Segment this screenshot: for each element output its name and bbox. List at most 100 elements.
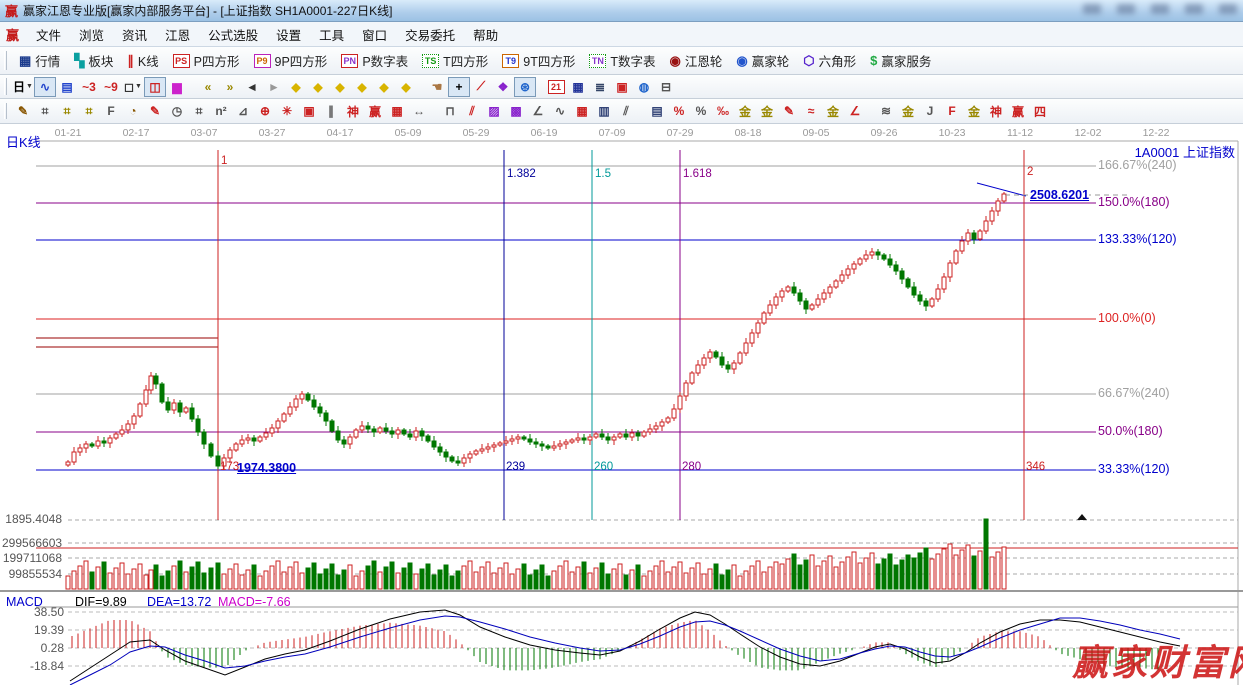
gann-wheel-button[interactable]: ◉江恩轮 [663,49,730,72]
candle-type-dropdown-icon[interactable]: ◻▼ [122,77,144,97]
goto-last-icon[interactable]: » [219,77,241,97]
tool-comb-icon[interactable]: ⌗ [34,101,56,121]
menu-item-资讯[interactable]: 资讯 [113,22,156,47]
tool-flag-pencil-icon[interactable]: ✎ [778,101,800,121]
kline-type-dropdown-icon[interactable]: 日▼ [12,77,34,97]
tool-fan-icon[interactable]: ⫽ [461,101,483,121]
tool-grid123-icon[interactable]: ▦ [386,101,408,121]
window-button-blur[interactable] [1219,4,1237,14]
tool-comb2-icon[interactable]: ⌗ [188,101,210,121]
winner-wheel-button[interactable]: ◉赢家轮 [729,49,796,72]
zigzag-tool-icon[interactable]: ∿ [34,77,56,97]
wave9-icon[interactable]: ~9 [100,77,122,97]
tool-j-angle-icon[interactable]: ∠ [844,101,866,121]
indicator-histogram-icon[interactable]: ▆ [166,77,188,97]
toolbar-grip[interactable] [4,51,7,70]
calculator-icon[interactable]: ▦ [567,77,589,97]
tool-grid-red-icon[interactable]: ▦ [571,101,593,121]
tool-vwave-icon[interactable]: ∿ [549,101,571,121]
wave3-icon[interactable]: ~3 [78,77,100,97]
tool-wave2-icon[interactable]: ≋ [875,101,897,121]
menu-item-窗口[interactable]: 窗口 [353,22,396,47]
tool-gold-hline-icon[interactable]: 金 [822,101,844,121]
step-back-icon[interactable]: ◄ [241,77,263,97]
tool-n2-icon[interactable]: n² [210,101,232,121]
t-table-button[interactable]: TNT数字表 [582,49,662,72]
menu-item-帮助[interactable]: 帮助 [464,22,507,47]
menu-item-交易委托[interactable]: 交易委托 [396,22,464,47]
zoom-in-icon[interactable]: ◆ [351,77,373,97]
menu-item-江恩[interactable]: 江恩 [156,22,199,47]
tool-clock-icon[interactable]: ◷ [166,101,188,121]
tool-fan-box-icon[interactable]: ▨ [483,101,505,121]
tool-angle-gold-icon[interactable]: 金 [963,101,985,121]
pan-both-icon[interactable]: ◆ [329,77,351,97]
9p-square-button[interactable]: P99P四方形 [247,49,335,72]
window-button-blur[interactable] [1151,4,1169,14]
tool-star-icon[interactable]: ✳ [276,101,298,121]
tool-angle-si-icon[interactable]: 四 [1029,101,1051,121]
menu-item-设置[interactable]: 设置 [267,22,310,47]
p-table-button[interactable]: PNP数字表 [334,49,415,72]
crosshair-tool-icon[interactable]: + [448,77,470,97]
chart-area[interactable]: 日K线 1A0001 上证指数 01-2102-1703-0703-2704-1… [0,124,1243,685]
p-square-button[interactable]: PSP四方形 [166,49,247,72]
goto-first-icon[interactable]: « [197,77,219,97]
t-square-button[interactable]: TST四方形 [415,49,495,72]
calendar-icon[interactable]: 21 [545,77,567,97]
menu-item-浏览[interactable]: 浏览 [70,22,113,47]
step-forward-icon[interactable]: ► [263,77,285,97]
tool-spiral-icon[interactable]: ◔ [122,101,144,121]
tool-percent-icon[interactable]: % [690,101,712,121]
trendline-tool-icon[interactable]: ⟋ [470,77,492,97]
sectors-button[interactable]: ▚板块 [67,49,120,72]
tool-gold-comb1-icon[interactable]: ⌗ [56,101,78,121]
kline-button[interactable]: ∥K线 [120,49,165,72]
mindmap-tool-icon[interactable]: ⊛ [514,77,536,97]
tool-angle-f-icon[interactable]: F [941,101,963,121]
window-button-blur[interactable] [1083,4,1101,14]
tool-shen-comb-icon[interactable]: 神 [342,101,364,121]
tool-box-fan-icon[interactable]: ▩ [505,101,527,121]
save-icon[interactable]: ▣ [611,77,633,97]
tool-gold-lines-icon[interactable]: 金 [756,101,778,121]
tool-angle-j-icon[interactable]: J [919,101,941,121]
tool-gold-circle-icon[interactable]: 金 [734,101,756,121]
export-web-icon[interactable]: ◍ [633,77,655,97]
notes-icon[interactable]: ≣ [589,77,611,97]
tool-angle-shen-icon[interactable]: 神 [985,101,1007,121]
tool-f-comb-icon[interactable]: F [100,101,122,121]
pan-right-icon[interactable]: ◆ [307,77,329,97]
tool-span-arrow-icon[interactable]: ↔ [408,101,430,121]
tool-square-spiral-icon[interactable]: ▣ [298,101,320,121]
tool-gann-pencil-icon[interactable]: ✎ [12,101,34,121]
quotes-button[interactable]: ▦行情 [12,49,67,72]
gann-pattern-icon[interactable]: ◫ [144,77,166,97]
toolbar-grip[interactable] [4,103,7,120]
tool-ruler-icon[interactable]: ∥ [320,101,342,121]
window-controls[interactable] [1083,4,1237,14]
tool-red-pencil-icon[interactable]: ✎ [144,101,166,121]
hand-tool-icon[interactable]: ☚ [426,77,448,97]
tool-circle-cross-icon[interactable]: ⊕ [254,101,276,121]
menu-item-文件[interactable]: 文件 [27,22,70,47]
tool-angles-icon[interactable]: ∠ [527,101,549,121]
tool-ying-comb-icon[interactable]: 赢 [364,101,386,121]
title-bar[interactable]: 赢 赢家江恩专业版[赢家内部服务平台] - [上证指数 SH1A0001-227… [0,0,1243,22]
winner-service-button[interactable]: $赢家服务 [863,49,938,72]
tool-angle-mirror-icon[interactable]: ⊿ [232,101,254,121]
tool-scale-chart-icon[interactable]: ▤ [646,101,668,121]
gann-shape-tool-icon[interactable]: ❖ [492,77,514,97]
print-icon[interactable]: ⊟ [655,77,677,97]
info-panel-icon[interactable]: ▤ [56,77,78,97]
move-all-icon[interactable]: ◆ [395,77,417,97]
zoom-out-icon[interactable]: ◆ [373,77,395,97]
window-button-blur[interactable] [1117,4,1135,14]
menu-item-公式选股[interactable]: 公式选股 [199,22,267,47]
hexagon-button[interactable]: ⬡六角形 [796,49,863,72]
tool-angle-ying-icon[interactable]: 赢 [1007,101,1029,121]
tool-gold-comb2-icon[interactable]: ⌗ [78,101,100,121]
tool-percent-line-icon[interactable]: % [668,101,690,121]
tool-parallel-icon[interactable]: ⫽ [615,101,637,121]
window-button-blur[interactable] [1185,4,1203,14]
